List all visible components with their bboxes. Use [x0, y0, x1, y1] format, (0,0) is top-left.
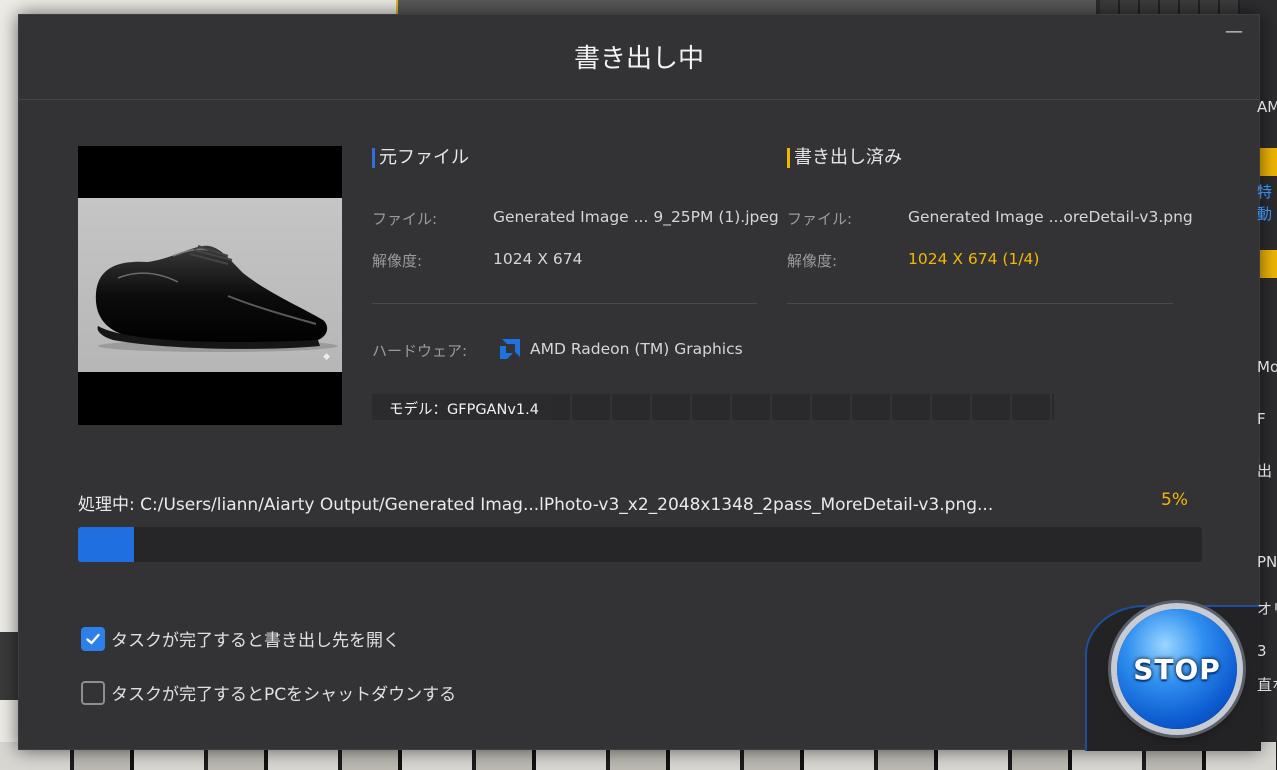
background-text-fragment: Mo	[1257, 358, 1277, 376]
model-info-bar: モデル：GFPGANv1.4	[372, 394, 1054, 420]
progress-bar	[78, 527, 1202, 562]
source-resolution-value: 1024 X 674	[493, 250, 583, 268]
checkmark-icon	[86, 633, 100, 644]
model-name: モデル：GFPGANv1.4	[389, 402, 539, 418]
background-text-fragment: AM	[1257, 98, 1277, 116]
output-resolution-value: 1024 X 674 (1/4)	[908, 250, 1040, 268]
shoe-image: ◆	[78, 198, 342, 372]
hardware-label: ハードウェア:	[372, 342, 468, 360]
background-yellow-tab	[1257, 250, 1277, 278]
preview-thumbnail: ◆	[78, 146, 342, 425]
background-text-fragment: 特	[1257, 183, 1273, 201]
background-text-fragment: オリ	[1257, 600, 1277, 618]
source-resolution-label: 解像度:	[372, 252, 423, 270]
open-folder-label[interactable]: タスクが完了すると書き出し先を開く	[111, 626, 400, 651]
background-text-fragment: 3	[1257, 642, 1267, 660]
shutdown-option[interactable]: タスクが完了するとPCをシャットダウンする	[81, 680, 456, 705]
source-file-heading: 元ファイル	[372, 148, 469, 168]
background-text-fragment: 出	[1257, 462, 1273, 480]
progress-percent: 5%	[1161, 490, 1188, 510]
output-resolution-label: 解像度:	[787, 252, 838, 270]
stop-button[interactable]: STOP	[1117, 609, 1237, 729]
image-watermark-icon: ◆	[323, 352, 330, 362]
hardware-value: AMD Radeon (TM) Graphics	[530, 340, 743, 358]
shutdown-label[interactable]: タスクが完了するとPCをシャットダウンする	[111, 680, 456, 705]
open-folder-checkbox[interactable]	[81, 626, 105, 651]
source-file-value: Generated Image ... 9_25PM (1).jpeg	[493, 208, 779, 226]
export-progress-dialog: 書き出し中 — ◆ 元ファイル ファイル: Generated Image ..…	[18, 14, 1261, 751]
background-yellow-tab	[1257, 148, 1277, 176]
source-file-label: ファイル:	[372, 210, 438, 228]
output-file-value: Generated Image ...oreDetail-v3.png	[908, 208, 1193, 226]
processing-path: 処理中: C:/Users/liann/Aiarty Output/Genera…	[78, 495, 994, 515]
background-text-fragment: F	[1257, 410, 1266, 428]
divider	[372, 303, 757, 304]
progress-fill	[78, 527, 135, 562]
stop-button-area: STOP	[1085, 605, 1261, 751]
shutdown-checkbox[interactable]	[81, 680, 105, 705]
open-folder-option[interactable]: タスクが完了すると書き出し先を開く	[81, 626, 400, 651]
background-text-fragment: PN	[1257, 553, 1277, 571]
amd-logo-icon	[500, 339, 520, 359]
dialog-title: 書き出し中	[573, 43, 704, 74]
divider	[787, 303, 1173, 304]
background-text-fragment: 直な	[1257, 676, 1277, 694]
dialog-header: 書き出し中	[19, 15, 1259, 100]
background-left-panel	[0, 632, 20, 700]
background-text-fragment: 動	[1257, 205, 1273, 223]
output-file-heading: 書き出し済み	[787, 148, 902, 168]
minimize-button[interactable]: —	[1223, 23, 1245, 45]
stop-button-label: STOP	[1133, 652, 1221, 686]
output-file-label: ファイル:	[787, 210, 853, 228]
